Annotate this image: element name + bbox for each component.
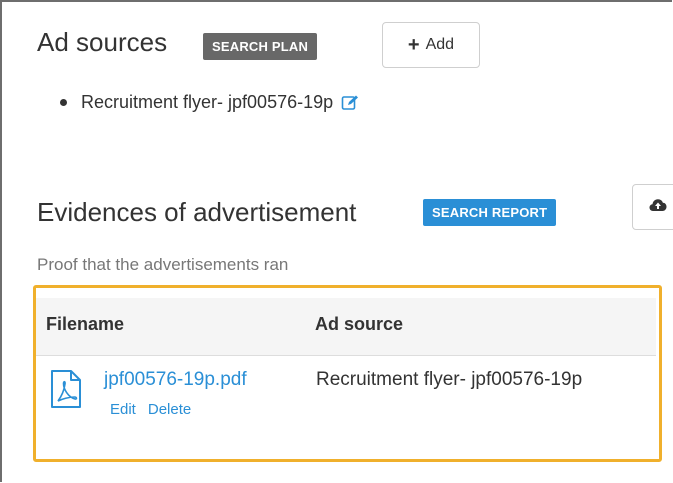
add-button-label: Add <box>425 36 455 53</box>
search-plan-badge[interactable]: SEARCH PLAN <box>203 33 318 60</box>
ad-source-list-item: Recruitment flyer- jpf00576-19p <box>60 92 359 113</box>
evidences-heading: Evidences of advertisement <box>37 197 357 227</box>
evidences-subtitle: Proof that the advertisements ran <box>37 255 289 274</box>
edit-icon[interactable] <box>341 94 359 112</box>
cloud-upload-icon <box>649 198 667 217</box>
ad-source-label: Recruitment flyer- jpf00576-19p <box>81 92 334 112</box>
plus-icon: + <box>407 34 420 56</box>
upload-button[interactable] <box>632 184 673 230</box>
add-ad-source-button[interactable]: + Add <box>382 22 480 68</box>
ad-sources-heading: Ad sources <box>37 27 168 57</box>
search-report-badge[interactable]: SEARCH REPORT <box>423 199 557 226</box>
list-bullet <box>60 99 67 106</box>
highlight-box <box>33 285 662 462</box>
